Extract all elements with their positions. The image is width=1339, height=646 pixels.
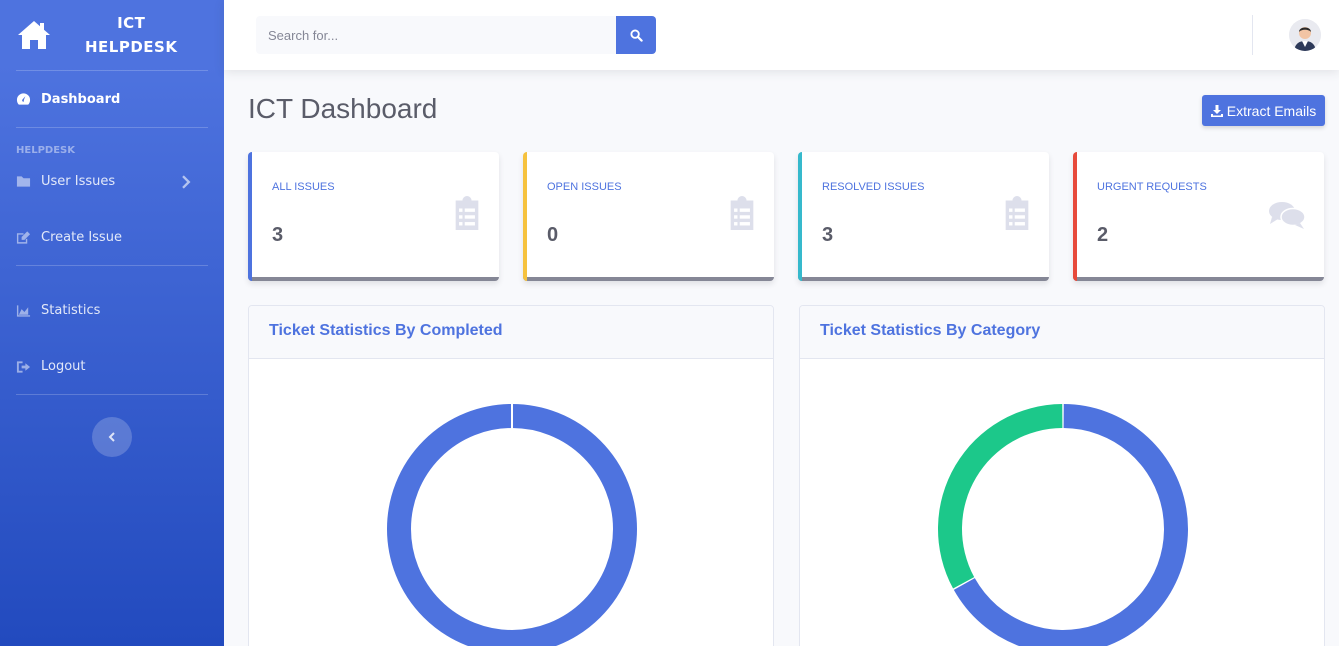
brand-text: ICT HELPDESK [85,11,177,59]
stat-value: 3 [272,224,284,246]
chart-title: Ticket Statistics By Completed [249,306,773,359]
stat-card-urgent-requests: URGENT REQUESTS 2 [1073,152,1324,281]
sidebar-item-label: Statistics [41,303,101,318]
stat-card-open-issues: OPEN ISSUES 0 [523,152,774,281]
chart-card-completed: Ticket Statistics By Completed [248,305,774,646]
brand-line-2: HELPDESK [85,38,178,56]
donut-chart-completed [387,403,637,646]
search-icon [629,28,643,42]
sidebar-item-label: Dashboard [41,91,121,107]
sidebar-item-label: Create Issue [41,229,122,245]
tachometer-icon [16,93,31,105]
stat-value: 3 [822,224,834,246]
stat-label: OPEN ISSUES [547,181,622,193]
donut-slice[interactable] [387,404,637,646]
stat-card-all-issues: ALL ISSUES 3 [248,152,499,281]
clipboard-list-icon [730,196,754,230]
extract-emails-button[interactable]: Extract Emails [1202,95,1325,126]
sidebar-item-create-issue[interactable]: Create Issue [0,200,224,274]
extract-emails-label: Extract Emails [1226,102,1317,119]
sidebar-item-label: User Issues [41,173,116,189]
chart-card-category: Ticket Statistics By Category [799,305,1325,646]
sidebar-item-label: Logout [41,359,86,374]
stat-card-resolved-issues: RESOLVED ISSUES 3 [798,152,1049,281]
sidebar: ICT HELPDESK Dashboard HELPDESK User Iss… [0,0,224,646]
brand[interactable]: ICT HELPDESK [0,0,224,70]
sidebar-item-statistics[interactable]: Statistics [0,266,224,355]
sign-out-icon [16,360,31,373]
folder-icon [16,176,31,187]
donut-slice[interactable] [938,404,1063,589]
edit-icon [16,231,31,244]
page-title: ICT Dashboard [248,93,438,124]
topbar [224,0,1339,70]
sidebar-item-dashboard[interactable]: Dashboard [0,71,224,127]
stat-label: ALL ISSUES [272,181,335,193]
sidebar-item-logout[interactable]: Logout [0,355,224,378]
search-button[interactable] [616,16,656,54]
avatar-image [1289,19,1321,51]
sidebar-item-user-issues[interactable]: User Issues [0,162,224,200]
chevron-right-icon [182,175,191,189]
donut-chart-category [938,404,1188,646]
sidebar-toggle-button[interactable] [92,417,132,457]
chart-area-icon [16,304,31,317]
home-icon [18,21,50,49]
stat-value: 0 [547,224,559,246]
stat-value: 2 [1097,224,1109,246]
brand-line-1: ICT [117,14,146,32]
topbar-divider [1252,15,1253,55]
chevron-left-icon [108,432,115,442]
search-input[interactable] [256,16,616,54]
clipboard-list-icon [1005,196,1029,230]
clipboard-list-icon [455,196,479,230]
sidebar-divider [16,394,208,395]
user-avatar[interactable] [1289,19,1321,51]
stat-label: RESOLVED ISSUES [822,181,925,193]
chart-title: Ticket Statistics By Category [800,306,1324,359]
sidebar-heading: HELPDESK [16,145,75,156]
download-icon [1210,104,1223,117]
comments-icon [1269,202,1306,229]
stat-label: URGENT REQUESTS [1097,181,1207,193]
